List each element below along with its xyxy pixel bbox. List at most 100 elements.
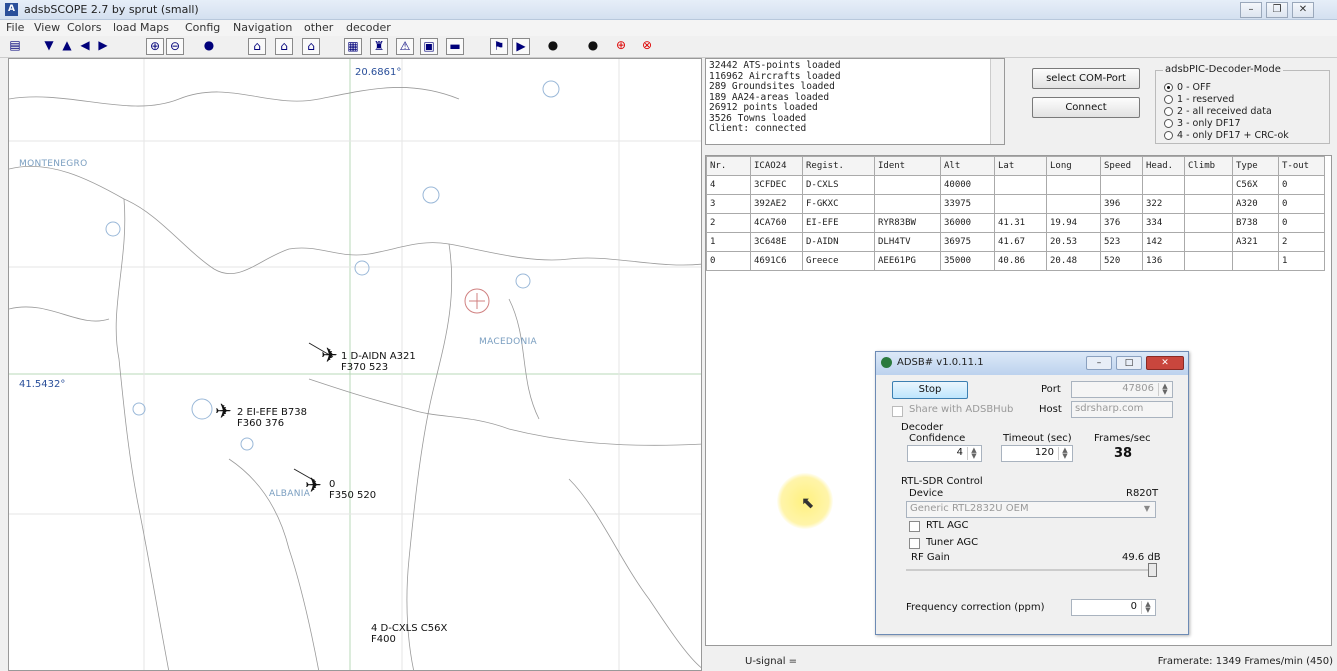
port-spinner[interactable]: ▲ ▼ [1158,383,1171,396]
zoom-out-icon[interactable]: ⊖ [166,38,184,55]
column-header[interactable]: Lat [994,156,1047,176]
column-header[interactable]: Ident [874,156,941,176]
screen-icon[interactable]: ▣ [420,38,438,55]
frames-per-sec-label: Frames/sec [1094,433,1151,444]
close-button[interactable]: ✕ [1292,2,1314,18]
table-cell: 4691C6 [750,251,803,271]
share-checkbox[interactable] [892,406,903,417]
stop-icon[interactable]: ● [584,38,602,55]
aircraft-label-line2: F370 523 [341,362,389,373]
timeout-spinner[interactable]: ▲ ▼ [1058,447,1071,460]
nav-right-icon[interactable]: ▶ [94,38,112,55]
radio-button[interactable] [1164,119,1173,128]
monitor-icon[interactable]: ▬ [446,38,464,55]
column-header[interactable]: Climb [1184,156,1233,176]
port-input[interactable]: 47806 ▲ ▼ [1071,381,1173,398]
column-header[interactable]: Nr. [706,156,751,176]
menu-view[interactable]: View [34,21,60,34]
nav-left-icon[interactable]: ◀ [76,38,94,55]
radio-button[interactable] [1164,95,1173,104]
frequency-spinner[interactable]: ▲ ▼ [1141,601,1154,614]
rtl-agc-checkbox[interactable] [909,521,920,532]
host-input[interactable]: sdrsharp.com [1071,401,1173,418]
globe-icon[interactable]: ● [200,38,218,55]
select-com-port-button[interactable]: select COM-Port [1032,68,1140,89]
menu-load-maps[interactable]: load Maps [113,21,169,34]
nav-up-down-icon[interactable]: ▼ [40,38,58,55]
record-icon[interactable]: ● [544,38,562,55]
decoder-mode-option-1[interactable]: 1 - reserved [1164,94,1234,105]
decoder-mode-option-2[interactable]: 2 - all received data [1164,106,1272,117]
grid-icon[interactable]: ▤ [6,38,24,55]
column-header[interactable]: Alt [940,156,995,176]
table-row[interactable]: 0 4691C6 Greece AEE61PG 35000 40.86 20.48 520 13… [706,251,1325,271]
column-header[interactable]: Type [1232,156,1279,176]
menu-decoder[interactable]: decoder [346,21,391,34]
device-select[interactable]: Generic RTL2832U OEM ▼ [906,501,1156,518]
decoder-mode-option-3[interactable]: 3 - only DF17 [1164,118,1241,129]
menu-file[interactable]: File [6,21,24,34]
dialog-close-button[interactable]: ✕ [1146,356,1184,370]
column-header[interactable]: Long [1046,156,1101,176]
radar-icon[interactable]: ⌂ [248,38,266,55]
status-bar: U-signal = Framerate: 1349 Frames/min (4… [705,648,1337,671]
column-header[interactable]: Regist. [802,156,875,176]
aircraft-icon[interactable]: ✈ [321,343,338,367]
table-cell: A320 [1232,194,1279,214]
maximize-button[interactable]: ❐ [1266,2,1288,18]
timeout-input[interactable]: 120 ▲ ▼ [1001,445,1073,462]
target-icon[interactable]: ⊕ [612,38,630,55]
radio-button[interactable] [1164,107,1173,116]
stop-button[interactable]: Stop [892,381,968,399]
target2-icon[interactable]: ⊗ [638,38,656,55]
menu-colors[interactable]: Colors [67,21,101,34]
decoder-mode-legend: adsbPIC-Decoder-Mode [1163,64,1283,75]
play-icon[interactable]: ▶ [512,38,530,55]
connect-button[interactable]: Connect [1032,97,1140,118]
rf-gain-slider-track[interactable] [906,569,1156,571]
rf-gain-slider-handle[interactable] [1148,563,1157,577]
table-row[interactable]: 3 392AE2 F-GKXC 33975 396 322 A320 0 [706,194,1325,214]
decoder-mode-option-4[interactable]: 4 - only DF17 + CRC-ok [1164,130,1289,141]
table-row[interactable]: 2 4CA760 EI-EFE RYR83BW 36000 41.31 19.94 376 33… [706,213,1325,233]
marker-icon[interactable]: ♜ [370,38,388,55]
table-row[interactable]: 4 3CFDEC D-CXLS 40000 C56X 0 [706,175,1325,195]
adsb-sharp-title-bar[interactable]: ADSB# v1.0.11.1 – □ ✕ [876,352,1188,375]
message-log[interactable]: 32442 ATS-points loaded 116962 Aircrafts… [705,58,1005,145]
dialog-minimize-button[interactable]: – [1086,356,1112,370]
aircraft-label-line2: F350 520 [329,490,377,501]
table-row[interactable]: 1 3C648E D-AIDN DLH4TV 36975 41.67 20.53 523 142… [706,232,1325,252]
menu-config[interactable]: Config [185,21,220,34]
table-cell: 2 [706,213,751,233]
radio-button[interactable] [1164,83,1173,92]
radar-map[interactable]: 20.6861° 41.5432° MONTENEGRO MACEDONIA A… [8,58,702,671]
nav-up-icon[interactable]: ▲ [58,38,76,55]
network-icon[interactable]: ⚑ [490,38,508,55]
radar2-icon[interactable]: ⌂ [275,38,293,55]
confidence-input[interactable]: 4 ▲ ▼ [907,445,982,462]
confidence-spinner[interactable]: ▲ ▼ [967,447,980,460]
menu-navigation[interactable]: Navigation [233,21,292,34]
warning-icon[interactable]: ⚠ [396,38,414,55]
tuner-agc-checkbox[interactable] [909,538,920,549]
table-cell: 33975 [940,194,995,214]
list-icon[interactable]: ▦ [344,38,362,55]
frequency-correction-input[interactable]: 0 ▲ ▼ [1071,599,1156,616]
minimize-button[interactable]: – [1240,2,1262,18]
dialog-maximize-button[interactable]: □ [1116,356,1142,370]
column-header[interactable]: Head. [1142,156,1185,176]
column-header[interactable]: Speed [1100,156,1143,176]
radio-button[interactable] [1164,131,1173,140]
table-cell: DLH4TV [874,232,941,252]
menu-other[interactable]: other [304,21,333,34]
log-scrollbar[interactable] [990,59,1004,144]
house-icon[interactable]: ⌂ [302,38,320,55]
column-header[interactable]: T-out [1278,156,1325,176]
decoder-mode-option-0[interactable]: 0 - OFF [1164,82,1211,93]
zoom-in-icon[interactable]: ⊕ [146,38,164,55]
aircraft-icon[interactable]: ✈ [215,399,232,423]
aircraft-icon[interactable]: ✈ [305,473,322,497]
column-header[interactable]: ICAO24 [750,156,803,176]
table-cell: 3C648E [750,232,803,252]
table-cell: 4 [706,175,751,195]
